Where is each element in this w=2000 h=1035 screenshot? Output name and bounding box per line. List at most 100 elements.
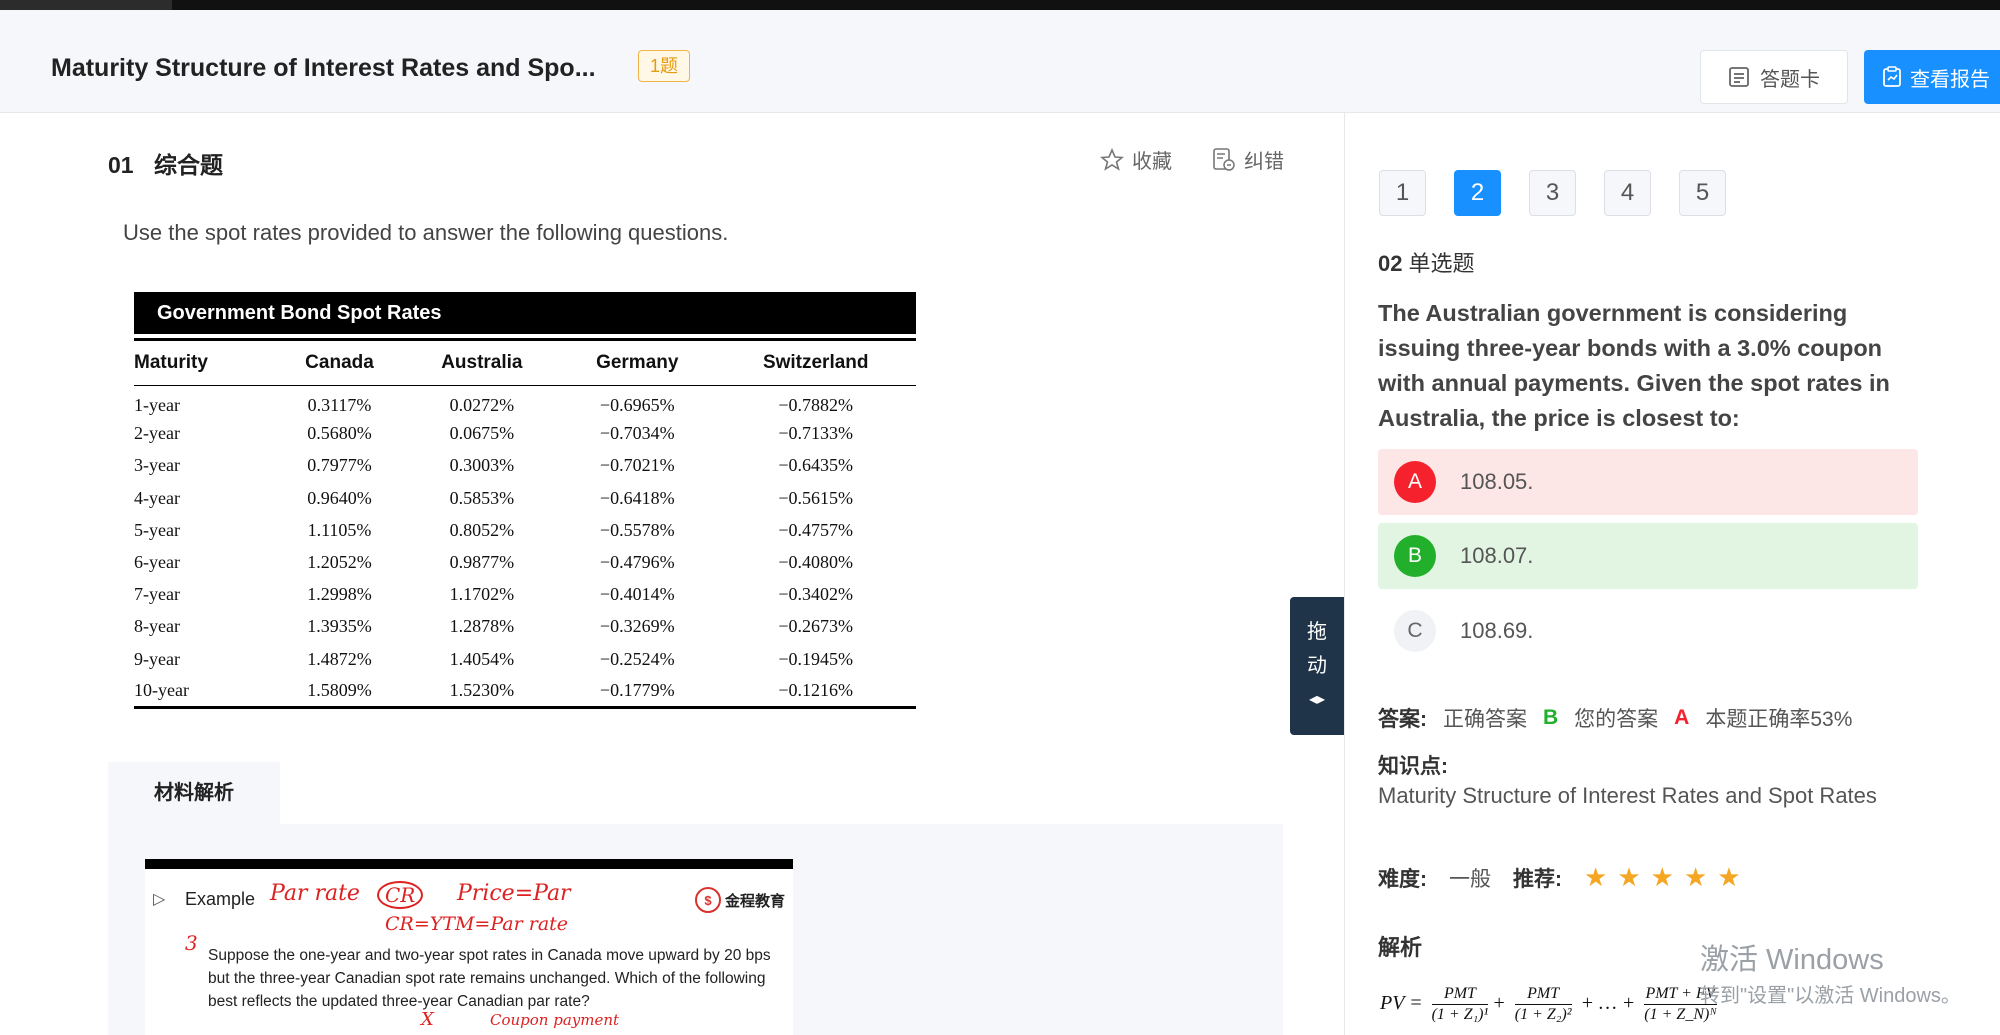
report-error-label: 纠错 — [1244, 151, 1284, 173]
play-outline-icon: ▷ — [153, 891, 166, 908]
example-text: Suppose the one-year and two-year spot r… — [208, 947, 771, 1010]
logo-mark-icon: $ — [694, 887, 721, 913]
table-cell: 10-year — [134, 680, 189, 701]
star-outline-icon — [1100, 147, 1124, 172]
table-row: 8-year 1.3935% 1.2878% −0.3269% −0.2673% — [134, 611, 916, 643]
table-cell: −0.5578% — [599, 519, 675, 540]
table-cell: −0.4080% — [778, 552, 854, 573]
question-pager: 1 2 3 4 5 — [1379, 170, 1726, 216]
option-text: 108.07. — [1460, 543, 1534, 568]
table-cell: −0.6435% — [778, 455, 854, 476]
table-cell: −0.1945% — [778, 648, 854, 669]
table-cell: −0.4014% — [599, 584, 675, 605]
favorite-label: 收藏 — [1132, 151, 1172, 173]
table-title: Government Bond Spot Rates — [134, 292, 916, 334]
pager-item-2[interactable]: 2 — [1454, 170, 1501, 216]
view-report-button[interactable]: 查看报告 — [1864, 50, 2000, 104]
table-cell: 1.3935% — [307, 616, 372, 637]
table-cell: 0.9877% — [449, 552, 515, 573]
handwriting-note: Price=Par — [457, 881, 571, 906]
table-cell: −0.6965% — [599, 395, 675, 416]
star-icon: ★ — [1584, 862, 1608, 892]
browser-tab[interactable] — [0, 0, 172, 10]
browser-top-bar — [0, 0, 2000, 10]
handwriting-note: CR — [377, 881, 424, 909]
pager-item-3[interactable]: 3 — [1529, 170, 1576, 216]
material-analysis-tab[interactable]: 材料解析 — [108, 762, 280, 824]
table-cell: 9-year — [134, 648, 180, 669]
handwriting-note: Coupon payment — [490, 1011, 620, 1029]
table-cell: 0.0675% — [449, 423, 515, 444]
table-cell: −0.1779% — [599, 680, 675, 701]
sub-question-number: 02 — [1378, 251, 1403, 276]
correct-answer: B — [1543, 706, 1559, 729]
spot-rates-table: Government Bond Spot Rates Maturity Cana… — [134, 292, 916, 709]
star-icon: ★ — [1617, 862, 1641, 892]
option-letter: C — [1394, 610, 1436, 652]
option-b[interactable]: B 108.07. — [1378, 523, 1918, 589]
table-cell: −0.4757% — [778, 519, 854, 540]
column-header: Switzerland — [715, 339, 916, 386]
drag-handle[interactable]: 拖 动 ◂▸ — [1290, 597, 1344, 735]
drag-label: 动 — [1307, 655, 1327, 677]
report-error-icon — [1212, 147, 1236, 173]
table-cell: 2-year — [134, 423, 180, 444]
example-label: Example — [185, 889, 256, 909]
table-cell: −0.6418% — [599, 487, 675, 508]
your-answer: A — [1674, 706, 1690, 729]
table-row: 3-year 0.7977% 0.3003% −0.7021% −0.6435% — [134, 450, 916, 482]
option-text: 108.69. — [1460, 618, 1534, 643]
view-report-label: 查看报告 — [1910, 68, 1990, 91]
table-row: 1-year 0.3117% 0.0272% −0.6965% −0.7882% — [134, 386, 916, 418]
table-cell: 5-year — [134, 519, 180, 540]
question-type: 综合题 — [153, 152, 223, 178]
pager-item-1[interactable]: 1 — [1379, 170, 1426, 216]
denominator: (1 + Z₁)¹ — [1431, 1006, 1489, 1023]
denominator: (1 + Z₂)² — [1514, 1006, 1572, 1023]
favorite-button[interactable]: 收藏 — [1100, 145, 1172, 174]
knowledge-label: 知识点: — [1378, 755, 1448, 778]
question-number: 01 — [108, 152, 134, 178]
table-cell: 1.1702% — [449, 584, 515, 605]
table-cell: 0.3003% — [449, 455, 515, 476]
table-cell: −0.7034% — [599, 423, 675, 444]
table-cell: 1-year — [134, 395, 180, 416]
watermark-line: 激活 Windows — [1700, 944, 1884, 976]
example-image: ▷ Example $ 金程教育 Par rate CR Price=Par C… — [145, 859, 793, 1035]
table-row: 10-year 1.5809% 1.5230% −0.1779% −0.1216% — [134, 675, 916, 707]
pager-item-5[interactable]: 5 — [1679, 170, 1726, 216]
star-icon: ★ — [1683, 862, 1708, 892]
table-cell: 1.4872% — [307, 648, 372, 669]
difficulty-value: 一般 — [1449, 867, 1491, 891]
drag-arrows-icon: ◂▸ — [1308, 691, 1326, 708]
answer-label: 答案: — [1378, 708, 1427, 731]
formula-dots: + … + — [1580, 992, 1636, 1015]
table-cell: −0.2524% — [599, 648, 675, 669]
question-heading: 01 综合题 — [108, 146, 223, 180]
option-c[interactable]: C 108.69. — [1378, 598, 1918, 664]
handwriting-note: Par rate — [270, 881, 360, 906]
option-a[interactable]: A 108.05. — [1378, 449, 1918, 515]
knowledge-point: Maturity Structure of Interest Rates and… — [1378, 783, 1877, 808]
analysis-label: 解析 — [1378, 935, 1423, 960]
report-icon — [1882, 66, 1902, 88]
answer-card-button[interactable]: 答题卡 — [1700, 50, 1848, 104]
brand-logo: $ 金程教育 — [694, 887, 785, 913]
star-icon: ★ — [1717, 862, 1741, 892]
column-header: Canada — [274, 339, 405, 386]
table-cell: 0.5680% — [307, 423, 372, 444]
formula-term: PMT (1 + Z₁)¹ — [1431, 984, 1489, 1025]
recommend-label: 推荐: — [1513, 867, 1562, 891]
answer-card-icon — [1728, 66, 1750, 88]
numerator: PMT — [1431, 984, 1489, 1005]
table-cell: 1.2878% — [449, 616, 515, 637]
table-header-row: Maturity Canada Australia Germany Switze… — [134, 339, 916, 386]
table-row: 9-year 1.4872% 1.4054% −0.2524% −0.1945% — [134, 643, 916, 675]
column-header: Australia — [404, 339, 560, 386]
sub-question-type: 单选题 — [1408, 251, 1475, 276]
pager-item-4[interactable]: 4 — [1604, 170, 1651, 216]
watermark-line: 转到"设置"以激活 Windows。 — [1700, 985, 1961, 1007]
table-row: 2-year 0.5680% 0.0675% −0.7034% −0.7133% — [134, 418, 916, 450]
report-error-button[interactable]: 纠错 — [1212, 145, 1284, 174]
handwriting-note: 3 — [185, 931, 198, 955]
